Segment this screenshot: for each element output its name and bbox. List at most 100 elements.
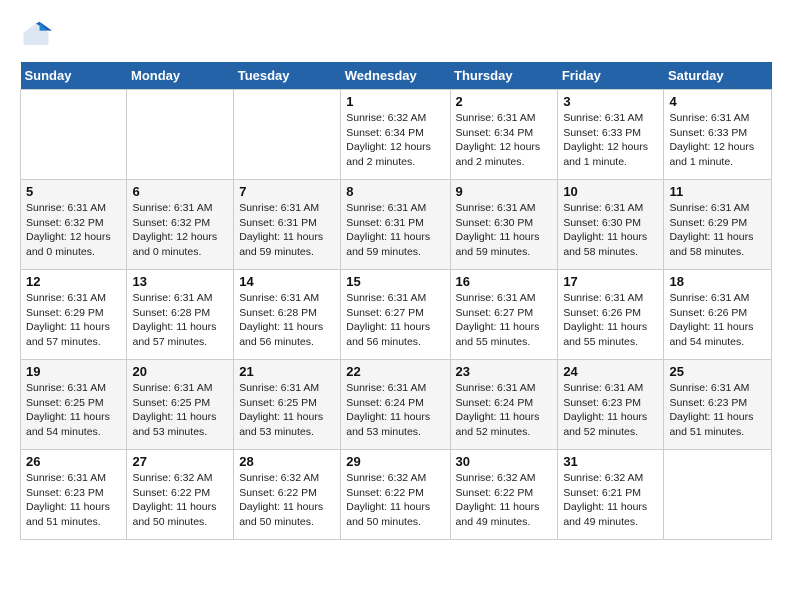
day-number: 24 [563, 364, 658, 379]
calendar-week-row: 12 Sunrise: 6:31 AM Sunset: 6:29 PM Dayli… [21, 270, 772, 360]
day-number: 25 [669, 364, 766, 379]
logo-icon [20, 20, 52, 52]
calendar-cell: 28Sunrise: 6:32 AM Sunset: 6:22 PM Dayli… [234, 450, 341, 540]
day-number: 30 [456, 454, 553, 469]
weekday-header: Thursday [450, 62, 558, 90]
calendar-header: SundayMondayTuesdayWednesdayThursdayFrid… [21, 62, 772, 90]
day-number: 21 [239, 364, 335, 379]
calendar-week-row: 1 Sunrise: 6:32 AM Sunset: 6:34 PM Daylig… [21, 90, 772, 180]
day-info: Sunrise: 6:31 AM Sunset: 6:23 PM Dayligh… [669, 381, 766, 440]
calendar-cell: 31 Sunrise: 6:32 AM Sunset: 6:21 PM Dayli… [558, 450, 664, 540]
day-number: 12 [26, 274, 121, 289]
calendar-cell: 12 Sunrise: 6:31 AM Sunset: 6:29 PM Dayli… [21, 270, 127, 360]
calendar-cell: 20Sunrise: 6:31 AM Sunset: 6:25 PM Dayli… [127, 360, 234, 450]
day-info: Sunrise: 6:31 AM Sunset: 6:26 PM Dayligh… [669, 291, 766, 350]
calendar-cell: 15 Sunrise: 6:31 AM Sunset: 6:27 PM Dayli… [341, 270, 450, 360]
calendar-cell: 21 Sunrise: 6:31 AM Sunset: 6:25 PM Dayli… [234, 360, 341, 450]
day-info: Sunrise: 6:32 AM Sunset: 6:22 PM Dayligh… [239, 471, 335, 530]
day-number: 5 [26, 184, 121, 199]
day-info: Sunrise: 6:31 AM Sunset: 6:26 PM Dayligh… [563, 291, 658, 350]
calendar-cell [664, 450, 772, 540]
weekday-header: Tuesday [234, 62, 341, 90]
calendar-cell: 14Sunrise: 6:31 AM Sunset: 6:28 PM Dayli… [234, 270, 341, 360]
day-info: Sunrise: 6:31 AM Sunset: 6:27 PM Dayligh… [346, 291, 444, 350]
calendar-week-row: 5 Sunrise: 6:31 AM Sunset: 6:32 PM Daylig… [21, 180, 772, 270]
weekday-row: SundayMondayTuesdayWednesdayThursdayFrid… [21, 62, 772, 90]
calendar-cell: 24Sunrise: 6:31 AM Sunset: 6:23 PM Dayli… [558, 360, 664, 450]
day-info: Sunrise: 6:31 AM Sunset: 6:34 PM Dayligh… [456, 111, 553, 170]
day-info: Sunrise: 6:31 AM Sunset: 6:25 PM Dayligh… [26, 381, 121, 440]
day-info: Sunrise: 6:31 AM Sunset: 6:27 PM Dayligh… [456, 291, 553, 350]
calendar-cell: 3Sunrise: 6:31 AM Sunset: 6:33 PM Daylig… [558, 90, 664, 180]
day-number: 2 [456, 94, 553, 109]
calendar-cell: 29 Sunrise: 6:32 AM Sunset: 6:22 PM Dayli… [341, 450, 450, 540]
day-number: 16 [456, 274, 553, 289]
calendar-cell: 2 Sunrise: 6:31 AM Sunset: 6:34 PM Daylig… [450, 90, 558, 180]
calendar-cell [127, 90, 234, 180]
calendar-cell: 13 Sunrise: 6:31 AM Sunset: 6:28 PM Dayli… [127, 270, 234, 360]
calendar-cell: 16 Sunrise: 6:31 AM Sunset: 6:27 PM Dayli… [450, 270, 558, 360]
day-info: Sunrise: 6:31 AM Sunset: 6:33 PM Dayligh… [563, 111, 658, 170]
day-info: Sunrise: 6:31 AM Sunset: 6:30 PM Dayligh… [456, 201, 553, 260]
day-number: 31 [563, 454, 658, 469]
day-info: Sunrise: 6:31 AM Sunset: 6:23 PM Dayligh… [26, 471, 121, 530]
calendar-cell: 6Sunrise: 6:31 AM Sunset: 6:32 PM Daylig… [127, 180, 234, 270]
day-number: 8 [346, 184, 444, 199]
day-info: Sunrise: 6:31 AM Sunset: 6:24 PM Dayligh… [456, 381, 553, 440]
weekday-header: Sunday [21, 62, 127, 90]
day-info: Sunrise: 6:32 AM Sunset: 6:21 PM Dayligh… [563, 471, 658, 530]
calendar-cell: 5 Sunrise: 6:31 AM Sunset: 6:32 PM Daylig… [21, 180, 127, 270]
day-number: 19 [26, 364, 121, 379]
day-info: Sunrise: 6:31 AM Sunset: 6:30 PM Dayligh… [563, 201, 658, 260]
day-number: 7 [239, 184, 335, 199]
calendar-cell: 30Sunrise: 6:32 AM Sunset: 6:22 PM Dayli… [450, 450, 558, 540]
calendar-cell: 8 Sunrise: 6:31 AM Sunset: 6:31 PM Daylig… [341, 180, 450, 270]
day-number: 11 [669, 184, 766, 199]
weekday-header: Saturday [664, 62, 772, 90]
calendar-cell: 4 Sunrise: 6:31 AM Sunset: 6:33 PM Daylig… [664, 90, 772, 180]
day-info: Sunrise: 6:31 AM Sunset: 6:33 PM Dayligh… [669, 111, 766, 170]
day-number: 1 [346, 94, 444, 109]
day-info: Sunrise: 6:31 AM Sunset: 6:25 PM Dayligh… [239, 381, 335, 440]
page-header [20, 20, 772, 52]
calendar-table: SundayMondayTuesdayWednesdayThursdayFrid… [20, 62, 772, 540]
calendar-cell [21, 90, 127, 180]
day-info: Sunrise: 6:31 AM Sunset: 6:28 PM Dayligh… [132, 291, 228, 350]
day-number: 26 [26, 454, 121, 469]
day-number: 22 [346, 364, 444, 379]
calendar-body: 1 Sunrise: 6:32 AM Sunset: 6:34 PM Daylig… [21, 90, 772, 540]
day-info: Sunrise: 6:31 AM Sunset: 6:29 PM Dayligh… [26, 291, 121, 350]
calendar-cell [234, 90, 341, 180]
calendar-week-row: 26 Sunrise: 6:31 AM Sunset: 6:23 PM Dayli… [21, 450, 772, 540]
calendar-cell: 1 Sunrise: 6:32 AM Sunset: 6:34 PM Daylig… [341, 90, 450, 180]
day-number: 18 [669, 274, 766, 289]
weekday-header: Monday [127, 62, 234, 90]
day-info: Sunrise: 6:32 AM Sunset: 6:22 PM Dayligh… [132, 471, 228, 530]
day-number: 29 [346, 454, 444, 469]
calendar-cell: 7 Sunrise: 6:31 AM Sunset: 6:31 PM Daylig… [234, 180, 341, 270]
day-number: 10 [563, 184, 658, 199]
day-info: Sunrise: 6:31 AM Sunset: 6:31 PM Dayligh… [346, 201, 444, 260]
day-info: Sunrise: 6:31 AM Sunset: 6:32 PM Dayligh… [26, 201, 121, 260]
day-number: 13 [132, 274, 228, 289]
day-info: Sunrise: 6:31 AM Sunset: 6:29 PM Dayligh… [669, 201, 766, 260]
day-info: Sunrise: 6:31 AM Sunset: 6:28 PM Dayligh… [239, 291, 335, 350]
calendar-cell: 22 Sunrise: 6:31 AM Sunset: 6:24 PM Dayli… [341, 360, 450, 450]
day-info: Sunrise: 6:31 AM Sunset: 6:24 PM Dayligh… [346, 381, 444, 440]
calendar-cell: 27Sunrise: 6:32 AM Sunset: 6:22 PM Dayli… [127, 450, 234, 540]
day-number: 9 [456, 184, 553, 199]
calendar-cell: 11 Sunrise: 6:31 AM Sunset: 6:29 PM Dayli… [664, 180, 772, 270]
weekday-header: Wednesday [341, 62, 450, 90]
day-number: 6 [132, 184, 228, 199]
day-info: Sunrise: 6:32 AM Sunset: 6:22 PM Dayligh… [346, 471, 444, 530]
day-info: Sunrise: 6:31 AM Sunset: 6:31 PM Dayligh… [239, 201, 335, 260]
day-info: Sunrise: 6:31 AM Sunset: 6:25 PM Dayligh… [132, 381, 228, 440]
day-number: 15 [346, 274, 444, 289]
calendar-cell: 10 Sunrise: 6:31 AM Sunset: 6:30 PM Dayli… [558, 180, 664, 270]
calendar-cell: 26 Sunrise: 6:31 AM Sunset: 6:23 PM Dayli… [21, 450, 127, 540]
day-number: 4 [669, 94, 766, 109]
calendar-cell: 18 Sunrise: 6:31 AM Sunset: 6:26 PM Dayli… [664, 270, 772, 360]
calendar-cell: 17Sunrise: 6:31 AM Sunset: 6:26 PM Dayli… [558, 270, 664, 360]
calendar-week-row: 19 Sunrise: 6:31 AM Sunset: 6:25 PM Dayli… [21, 360, 772, 450]
day-info: Sunrise: 6:32 AM Sunset: 6:34 PM Dayligh… [346, 111, 444, 170]
